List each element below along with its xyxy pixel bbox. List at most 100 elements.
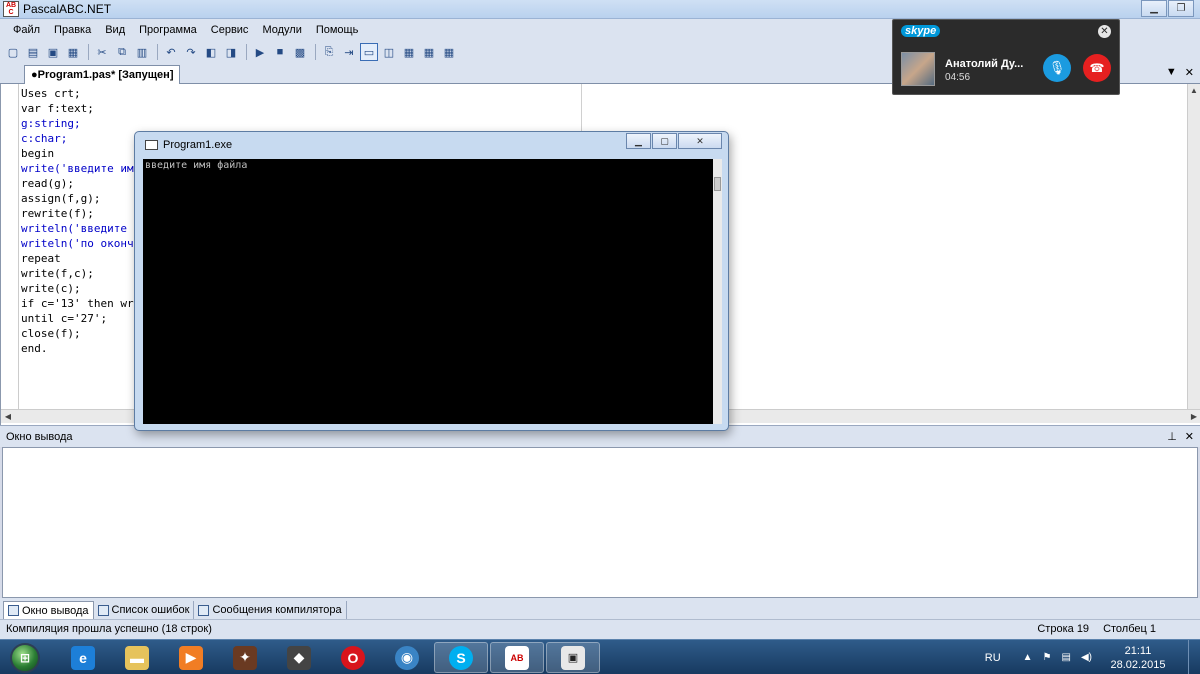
undo-icon[interactable]: ↶ bbox=[162, 43, 180, 61]
menu-file[interactable]: Файл bbox=[6, 24, 47, 36]
menu-view[interactable]: Вид bbox=[98, 24, 132, 36]
open-folder-icon[interactable]: ▤ bbox=[24, 43, 42, 61]
stop-icon[interactable]: ■ bbox=[271, 43, 289, 61]
scroll-right-icon[interactable]: ▶ bbox=[1187, 410, 1200, 423]
tab-navigation: ▼ ✕ bbox=[1166, 66, 1194, 79]
navigate-forward-icon[interactable]: ◨ bbox=[222, 43, 240, 61]
action-center-flag-icon[interactable]: ⚑ bbox=[1043, 652, 1052, 663]
cut-icon[interactable]: ✂ bbox=[93, 43, 111, 61]
maximize-button[interactable]: ❐ bbox=[1168, 0, 1194, 17]
status-message: Компиляция прошла успешно (18 строк) bbox=[6, 623, 212, 635]
close-tab-icon[interactable]: ✕ bbox=[1185, 66, 1194, 79]
taskbar-console[interactable]: ▣ bbox=[546, 642, 600, 673]
skype-close-icon[interactable]: ✕ bbox=[1098, 25, 1111, 38]
avatar bbox=[901, 52, 935, 86]
code-text[interactable]: Uses crt; var f:text; g:string; c:char; … bbox=[21, 86, 134, 356]
opera-icon: O bbox=[341, 645, 365, 670]
form-designer-extra-icon[interactable]: ▦ bbox=[440, 43, 458, 61]
console-maximize-button[interactable]: ▢ bbox=[652, 133, 677, 149]
output-window-icon[interactable]: ▭ bbox=[360, 43, 378, 61]
download-manager-icon: ◉ bbox=[395, 645, 419, 670]
code-line: c:char; bbox=[21, 132, 68, 145]
compile-icon[interactable]: ▩ bbox=[291, 43, 309, 61]
console-output: введите имя файла bbox=[145, 160, 248, 171]
step-into-icon[interactable]: ⇥ bbox=[340, 43, 358, 61]
console-window[interactable]: Program1.exe ▁ ▢ ✕ введите имя файла bbox=[134, 131, 729, 431]
language-indicator[interactable]: RU bbox=[985, 652, 1001, 664]
taskbar-opera[interactable]: O bbox=[326, 642, 380, 673]
tab-compiler-messages[interactable]: Сообщения компилятора bbox=[194, 601, 347, 619]
network-icon[interactable]: ▤ bbox=[1062, 652, 1071, 663]
tab-list-chevron-down-icon[interactable]: ▼ bbox=[1166, 66, 1177, 79]
show-desktop-button[interactable] bbox=[1188, 640, 1200, 674]
microphone-icon[interactable]: 🎙 bbox=[1043, 54, 1071, 82]
console-scroll-thumb[interactable] bbox=[714, 177, 721, 191]
form-designer-alt-icon[interactable]: ▦ bbox=[420, 43, 438, 61]
run-icon[interactable]: ▶ bbox=[251, 43, 269, 61]
editor-vertical-scrollbar[interactable]: ▲ bbox=[1187, 84, 1200, 409]
show-hidden-icons-icon[interactable]: ▲ bbox=[1023, 652, 1033, 663]
volume-icon[interactable]: ◀) bbox=[1081, 652, 1092, 663]
output-panel-title: Окно вывода bbox=[6, 431, 73, 443]
skype-call-popup[interactable]: skype ✕ Анатолий Ду... 04:56 🎙 ☎ bbox=[892, 19, 1120, 95]
menu-modules[interactable]: Модули bbox=[255, 24, 308, 36]
navigate-back-icon[interactable]: ◧ bbox=[202, 43, 220, 61]
clock-time: 21:11 bbox=[1124, 644, 1152, 657]
save-icon[interactable]: ▣ bbox=[44, 43, 62, 61]
start-button[interactable]: ⊞ bbox=[3, 641, 47, 674]
clock[interactable]: 21:11 28.02.2015 bbox=[1102, 644, 1174, 672]
menu-edit[interactable]: Правка bbox=[47, 24, 98, 36]
clock-date: 28.02.2015 bbox=[1110, 658, 1166, 671]
step-over-icon[interactable]: ⎘ bbox=[320, 43, 338, 61]
scroll-left-icon[interactable]: ◀ bbox=[1, 410, 15, 423]
form-designer-icon[interactable]: ▦ bbox=[400, 43, 418, 61]
taskbar-world-of-tanks[interactable]: ◆ bbox=[272, 642, 326, 673]
console-minimize-button[interactable]: ▁ bbox=[626, 133, 651, 149]
taskbar: ⊞ e ▬ ▶ ✦ ◆ O ◉ S AB ▣ RU ▲ ⚑ ▤ ◀) 21:11… bbox=[0, 639, 1200, 674]
code-line: close(f); bbox=[21, 327, 81, 340]
menu-help[interactable]: Помощь bbox=[309, 24, 366, 36]
tab-output-window[interactable]: Окно вывода bbox=[3, 601, 94, 619]
minimize-button[interactable]: ▁ bbox=[1141, 0, 1167, 17]
new-file-icon[interactable]: ▢ bbox=[4, 43, 22, 61]
code-line: writeln('введите bbox=[21, 222, 134, 235]
row-value: 19 bbox=[1076, 623, 1090, 635]
taskbar-game[interactable]: ✦ bbox=[218, 642, 272, 673]
taskbar-media-player[interactable]: ▶ bbox=[164, 642, 218, 673]
output-panel-body[interactable] bbox=[2, 447, 1198, 598]
tab-error-list[interactable]: Список ошибок bbox=[94, 601, 195, 619]
menu-service[interactable]: Сервис bbox=[204, 24, 256, 36]
hang-up-icon[interactable]: ☎ bbox=[1083, 54, 1111, 82]
console-title: Program1.exe bbox=[163, 139, 233, 151]
taskbar-internet-explorer[interactable]: e bbox=[56, 642, 110, 673]
code-line: write('введите им bbox=[21, 162, 134, 175]
console-close-button[interactable]: ✕ bbox=[678, 133, 722, 149]
code-line: write(f,c); bbox=[21, 267, 94, 280]
scroll-up-icon[interactable]: ▲ bbox=[1188, 84, 1200, 97]
system-tray: RU ▲ ⚑ ▤ ◀) 21:11 28.02.2015 bbox=[985, 640, 1200, 674]
copy-icon[interactable]: ⧉ bbox=[113, 43, 131, 61]
console-scrollbar[interactable] bbox=[713, 159, 722, 424]
taskbar-pascalabc[interactable]: AB bbox=[490, 642, 544, 673]
taskbar-skype[interactable]: S bbox=[434, 642, 488, 673]
close-panel-icon[interactable]: ✕ bbox=[1185, 430, 1194, 443]
code-line: repeat bbox=[21, 252, 61, 265]
redo-icon[interactable]: ↷ bbox=[182, 43, 200, 61]
media-player-icon: ▶ bbox=[179, 645, 203, 670]
world-of-tanks-icon: ◆ bbox=[287, 645, 311, 670]
cursor-position: Строка 19 Столбец 1 bbox=[1037, 623, 1156, 635]
editor-gutter bbox=[1, 84, 19, 409]
toolbar-separator bbox=[315, 44, 316, 60]
console-screen[interactable]: введите имя файла bbox=[143, 159, 713, 424]
menu-program[interactable]: Программа bbox=[132, 24, 204, 36]
code-line: until c='27'; bbox=[21, 312, 108, 325]
pascalabc-app-icon: AB C bbox=[3, 1, 19, 17]
code-line: begin bbox=[21, 147, 55, 160]
save-all-icon[interactable]: ▦ bbox=[64, 43, 82, 61]
taskbar-download-manager[interactable]: ◉ bbox=[380, 642, 434, 673]
taskbar-explorer[interactable]: ▬ bbox=[110, 642, 164, 673]
pin-icon[interactable]: ⊥ bbox=[1167, 430, 1177, 443]
debug-window-icon[interactable]: ◫ bbox=[380, 43, 398, 61]
paste-icon[interactable]: ▥ bbox=[133, 43, 151, 61]
tab-program1[interactable]: ●Program1.pas* [Запущен] bbox=[24, 65, 181, 85]
